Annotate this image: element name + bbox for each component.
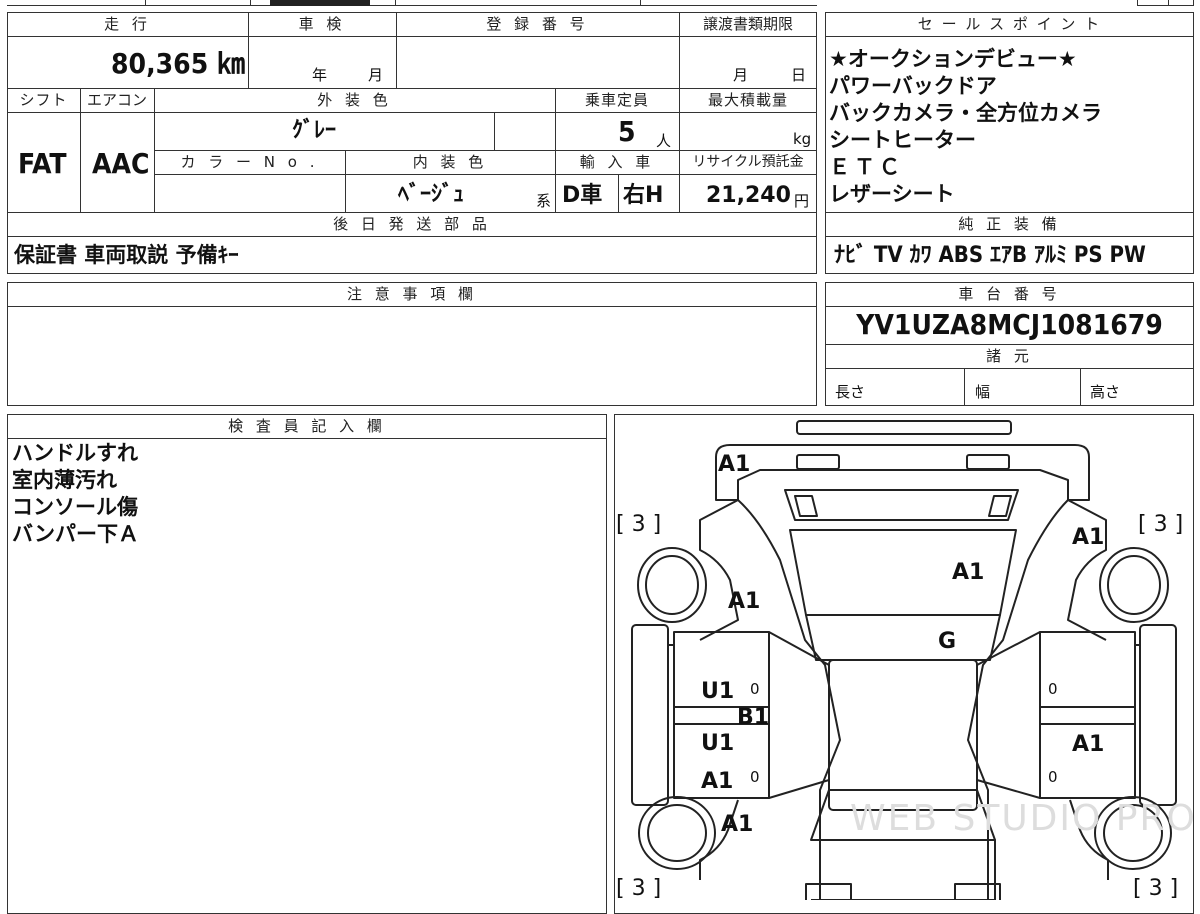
watermark-text: WEB STUDIO PRO bbox=[850, 798, 1194, 839]
mileage-header: 走 行 bbox=[104, 15, 151, 33]
deadline-day-label: 日 bbox=[791, 66, 807, 84]
sales-points-header: セ ー ル ス ポ イ ン ト bbox=[917, 15, 1102, 33]
import-type-value: D車 bbox=[562, 183, 603, 208]
deadline-month-label: 月 bbox=[733, 66, 749, 84]
later-parts-value: 保証書 車両取説 予備ｷｰ bbox=[14, 243, 239, 267]
tire-rear-right-label: [ 3 ] bbox=[1133, 876, 1179, 901]
spec-length-label: 長さ bbox=[835, 383, 866, 401]
door-mark-zero: 0 bbox=[750, 768, 760, 786]
damage-mark: B1 bbox=[737, 705, 770, 730]
tire-front-left-label: [ 3 ] bbox=[616, 512, 662, 537]
door-mark-zero: 0 bbox=[750, 680, 760, 698]
recycle-fee-unit: 円 bbox=[794, 192, 810, 210]
shift-header: シフト bbox=[19, 91, 68, 109]
aircon-value: AAC bbox=[92, 147, 150, 180]
inspector-note: ハンドルすれ bbox=[12, 441, 138, 465]
damage-mark: A1 bbox=[1072, 525, 1105, 550]
genuine-equipment-header: 純 正 装 備 bbox=[958, 215, 1061, 233]
mileage-value: 80,365 ㎞ bbox=[111, 47, 245, 80]
inspection-header: 車 検 bbox=[298, 15, 346, 33]
damage-mark: A1 bbox=[1072, 732, 1105, 757]
inspector-notes-list: ハンドルすれ 室内薄汚れ コンソール傷 バンパー下Ａ bbox=[12, 440, 139, 548]
interior-color-value: ﾍﾞｰｼﾞｭ bbox=[398, 182, 465, 207]
capacity-value: 5 bbox=[618, 115, 636, 148]
sales-point-item: ★オークションデビュー★ bbox=[829, 47, 1077, 71]
damage-mark: A1 bbox=[952, 560, 985, 585]
shift-value: FAT bbox=[18, 147, 67, 180]
interior-color-header: 内 装 色 bbox=[412, 153, 488, 171]
recycle-fee-header: リサイクル預託金 bbox=[692, 154, 804, 170]
damage-mark: A1 bbox=[701, 769, 734, 794]
damage-mark: A1 bbox=[728, 589, 761, 614]
notes-header: 注 意 事 項 欄 bbox=[346, 285, 478, 303]
import-header: 輸 入 車 bbox=[579, 153, 655, 171]
chassis-no-header: 車 台 番 号 bbox=[958, 285, 1061, 303]
later-parts-header: 後 日 発 送 部 品 bbox=[333, 215, 491, 233]
sales-point-item: ＥＴＣ bbox=[829, 155, 904, 179]
sales-points-list: ★オークションデビュー★ パワーバックドア バックカメラ・全方位カメラ シートヒ… bbox=[829, 46, 1102, 208]
chassis-no-value: YV1UZA8MCJ1081679 bbox=[856, 308, 1163, 341]
genuine-equipment-value: ﾅﾋﾞ TV ｶﾜ ABS ｴｱB ｱﾙﾐ PS PW bbox=[834, 243, 1146, 268]
inspector-note: コンソール傷 bbox=[12, 495, 138, 519]
inspector-note: バンパー下Ａ bbox=[12, 522, 140, 546]
color-no-header: カ ラ ー N o . bbox=[180, 153, 319, 171]
damage-mark: A1 bbox=[718, 452, 751, 477]
damage-mark: A1 bbox=[721, 812, 754, 837]
spec-width-label: 幅 bbox=[975, 383, 991, 401]
handle-value: 右H bbox=[623, 183, 664, 208]
specs-header: 諸 元 bbox=[986, 347, 1033, 365]
interior-color-suffix: 系 bbox=[536, 192, 552, 210]
inspector-note: 室内薄汚れ bbox=[12, 468, 117, 492]
max-load-header: 最大積載量 bbox=[707, 91, 788, 109]
sales-point-item: バックカメラ・全方位カメラ bbox=[829, 101, 1102, 125]
sales-point-item: レザーシート bbox=[829, 182, 955, 206]
transfer-deadline-header: 譲渡書類期限 bbox=[702, 15, 793, 33]
recycle-fee-value: 21,240 bbox=[706, 183, 791, 208]
exterior-color-value: ｸﾞﾚｰ bbox=[292, 118, 337, 143]
exterior-color-header: 外 装 色 bbox=[317, 91, 392, 109]
capacity-unit: 人 bbox=[656, 132, 672, 150]
damage-mark: U1 bbox=[701, 679, 735, 704]
damage-mark: U1 bbox=[701, 731, 735, 756]
inspection-year-label: 年 bbox=[312, 66, 328, 84]
door-mark-zero: 0 bbox=[1048, 768, 1058, 786]
door-mark-zero: 0 bbox=[1048, 680, 1058, 698]
spec-height-label: 高さ bbox=[1090, 383, 1121, 401]
sales-point-item: シートヒーター bbox=[829, 128, 976, 152]
aircon-header: エアコン bbox=[86, 91, 147, 109]
sales-point-item: パワーバックドア bbox=[829, 74, 997, 98]
inspection-month-label: 月 bbox=[368, 66, 384, 84]
registration-header: 登 録 番 号 bbox=[486, 15, 589, 33]
tire-front-right-label: [ 3 ] bbox=[1138, 512, 1184, 537]
max-load-unit: kg bbox=[793, 130, 812, 148]
capacity-header: 乗車定員 bbox=[584, 91, 649, 109]
tire-rear-left-label: [ 3 ] bbox=[616, 876, 662, 901]
damage-mark: G bbox=[938, 629, 957, 654]
car-diagram: WEB STUDIO PRO bbox=[631, 420, 1194, 900]
inspector-header: 検 査 員 記 入 欄 bbox=[228, 417, 386, 435]
